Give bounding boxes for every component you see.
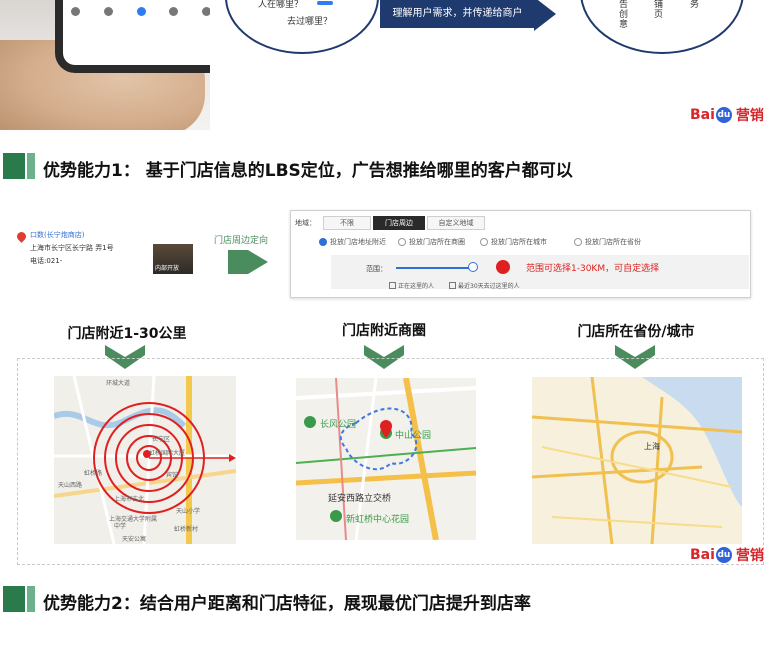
section-marker — [3, 586, 25, 612]
radio-store-city[interactable]: 投放门店所在城市 — [480, 237, 547, 247]
bubble-col-3: 务 — [688, 0, 698, 9]
tab-store-nearby[interactable]: 门店周边 — [373, 216, 425, 230]
tab-custom-region[interactable]: 自定义地域 — [427, 216, 485, 230]
caption-radius: 门店附近1-30公里 — [67, 326, 187, 342]
process-arrow: 理解用户需求，并传递给商户 — [380, 0, 535, 28]
region-label: 地域： — [295, 219, 316, 227]
list-icon — [169, 6, 179, 16]
section1-title: 优势能力1： 基于门店信息的LBS定位，广告想推给哪里的客户都可以 — [43, 161, 573, 181]
mic-icon — [136, 6, 146, 16]
paw-icon: du — [715, 107, 732, 123]
store-name: 口数(长宁炮商店) — [30, 231, 85, 239]
baidu-logo-footer: Bai du 营销 — [690, 547, 764, 564]
store-address: 上海市长宁区长宁路 弄1号 — [30, 244, 114, 252]
paw-icon: du — [715, 547, 732, 563]
targeting-panel: 地域： 不限 门店周边 自定义地域 投放门店地址附近 投放门店所在商圈 投放门店… — [290, 210, 751, 298]
red-dot-icon — [496, 260, 510, 274]
user-icon — [202, 6, 210, 16]
check-here-now[interactable]: 正在这里的人 — [389, 281, 434, 290]
radio-store-province[interactable]: 投放门店所在省份 — [574, 237, 641, 247]
baidu-logo: Bai du 营销 — [690, 107, 764, 124]
play-icon — [103, 6, 113, 16]
radio-store-district[interactable]: 投放门店所在商圈 — [398, 237, 465, 247]
check-visited-30d[interactable]: 最近30天去过这里的人 — [449, 281, 520, 290]
range-label: 范围： — [366, 265, 387, 273]
store-photo: 内部开放 — [153, 244, 193, 274]
map-city: 上海 — [532, 377, 742, 544]
bubble-col-1: 告创意 — [617, 0, 627, 29]
location-pin-icon — [15, 230, 28, 243]
section-marker-light — [27, 153, 35, 179]
phone-screen — [55, 0, 210, 73]
arrow-tip-icon — [534, 0, 556, 31]
caption-city: 门店所在省份/城市 — [577, 324, 695, 340]
flow-label: 门店周边定向 — [214, 236, 269, 246]
slider-knob[interactable] — [468, 262, 478, 272]
store-phone: 电话:021- — [30, 257, 63, 265]
phone-bottom-nav — [71, 0, 210, 22]
section-marker — [3, 153, 25, 179]
hero-phone-photo — [0, 0, 210, 130]
highlight-mark — [317, 1, 333, 5]
bubble-col-2: 铺页 — [652, 0, 662, 19]
bubble-line-2: 去过哪里？ — [287, 17, 333, 27]
section2-title: 优势能力2：结合用户距离和门店特征，展现最优门店提升到店率 — [43, 594, 531, 614]
map-district: 长风公园 中山公园 延安西路立交桥 新虹桥中心花园 — [296, 378, 476, 540]
radio-store-address[interactable]: 投放门店地址附近 — [319, 237, 386, 247]
map-radius: 环城大道 虹桥国际大厦 长宁区 宾馆 上海市古北 天山西路 虹桥路 天山小学 上… — [54, 376, 236, 544]
tab-unlimited[interactable]: 不限 — [323, 216, 371, 230]
section-marker-light — [27, 586, 35, 612]
bubble-line-1: 人在哪里？ — [258, 0, 304, 10]
range-slider[interactable] — [396, 267, 470, 269]
flow-chevron-icon — [228, 250, 268, 274]
caption-district: 门店附近商圈 — [342, 323, 426, 339]
home-icon — [71, 6, 80, 16]
range-note: 范围可选择1-30KM，可自定选择 — [526, 264, 660, 274]
